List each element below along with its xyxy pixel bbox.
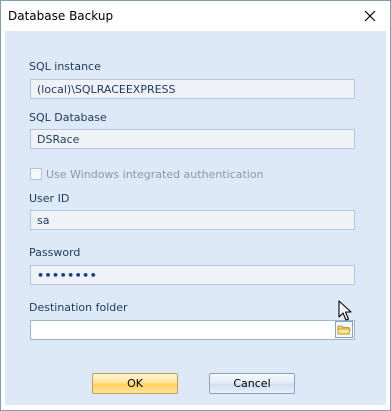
title-bar[interactable]: Database Backup — [1, 1, 390, 31]
dialog-body: SQL instance (local)\SQLRACEEXPRESS SQL … — [5, 31, 386, 405]
windows-auth-checkbox[interactable] — [30, 168, 42, 180]
cancel-button[interactable]: Cancel — [209, 373, 295, 394]
password-field[interactable]: •••••••• — [30, 265, 355, 285]
sql-database-field[interactable]: DSRace — [30, 129, 355, 149]
sql-database-label: SQL Database — [29, 111, 107, 124]
window-title: Database Backup — [8, 9, 114, 23]
user-id-field[interactable]: sa — [30, 210, 355, 230]
windows-auth-label: Use Windows integrated authentication — [46, 168, 264, 181]
ok-button[interactable]: OK — [92, 373, 178, 394]
browse-folder-button[interactable] — [335, 321, 353, 338]
password-label: Password — [29, 246, 81, 259]
close-icon — [364, 10, 376, 22]
close-button[interactable] — [350, 1, 390, 31]
user-id-label: User ID — [29, 192, 70, 205]
destination-folder-field[interactable] — [30, 320, 355, 340]
destination-folder-label: Destination folder — [29, 301, 128, 314]
sql-instance-label: SQL instance — [29, 60, 101, 73]
dialog-window: Database Backup SQL instance (local)\SQL… — [0, 0, 391, 411]
folder-browse-icon — [335, 321, 353, 338]
sql-instance-field[interactable]: (local)\SQLRACEEXPRESS — [30, 79, 355, 99]
